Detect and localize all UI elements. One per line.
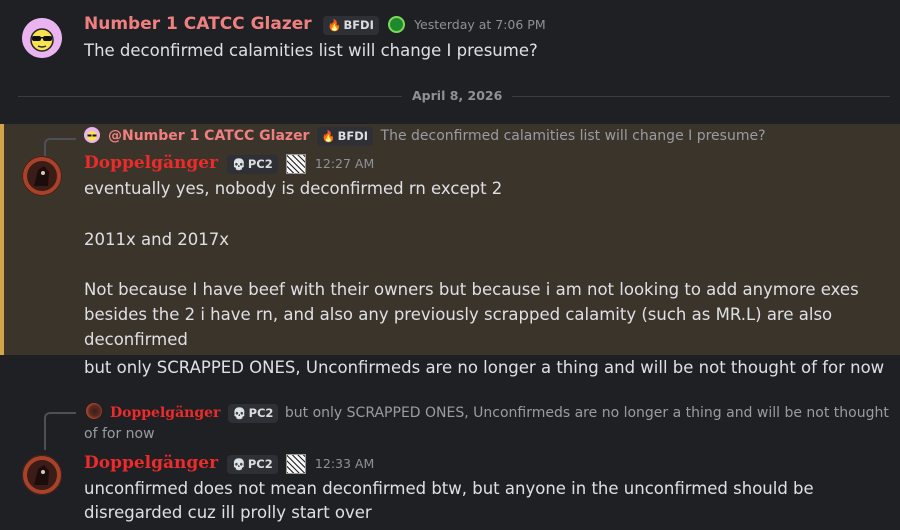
avatar-doppelganger[interactable] <box>22 455 62 495</box>
message-text-line: besides the 2 i have rn, and also any pr… <box>84 305 833 324</box>
creature-avatar-icon <box>22 156 62 196</box>
message-text-line: 2011x and 2017x <box>84 230 230 249</box>
role-tag-label: PC2 <box>248 406 274 420</box>
msg2-header: Doppelgänger 💀 PC2 12:27 AM <box>84 153 374 174</box>
role-tag[interactable]: 💀 PC2 <box>227 455 278 474</box>
reply-text-continued: of for now <box>84 426 155 442</box>
reply-avatar-doppelganger[interactable] <box>86 403 102 419</box>
reply-author[interactable]: @Number 1 CATCC Glazer <box>108 128 309 144</box>
message-text-line: deconfirmed <box>84 330 188 349</box>
role-tag-label: PC2 <box>247 157 273 171</box>
fire-icon: 🔥 <box>321 130 336 143</box>
message-text: The deconfirmed calamities list will cha… <box>84 41 538 60</box>
message-text-line: disregarded cuz ill prolly start over <box>84 503 372 522</box>
reply-preview[interactable]: Doppelgänger 💀 PC2 but only SCRAPPED ONES… <box>110 404 889 423</box>
role-tag[interactable]: 🔥 BFDI <box>316 127 374 146</box>
creature-avatar-icon <box>22 455 62 495</box>
avatar-doppelganger[interactable] <box>22 156 62 196</box>
reply-connector <box>44 138 76 156</box>
author-name-doppelganger[interactable]: Doppelgänger <box>84 453 218 473</box>
reply-text: The deconfirmed calamities list will cha… <box>380 128 766 144</box>
flower-avatar-icon <box>22 18 62 58</box>
message-text-line: eventually yes, nobody is deconfirmed rn… <box>84 179 503 198</box>
followup-message-text: but only SCRAPPED ONES, Unconfirmeds are… <box>84 358 885 377</box>
role-tag[interactable]: 🔥 BFDI <box>322 16 379 35</box>
author-name-doppelganger[interactable]: Doppelgänger <box>84 153 218 173</box>
timestamp[interactable]: 12:27 AM <box>315 156 374 171</box>
reply-preview[interactable]: @Number 1 CATCC Glazer 🔥 BFDI The deconfi… <box>108 127 766 146</box>
skull-icon: 💀 <box>232 158 246 171</box>
reply-text: but only SCRAPPED ONES, Unconfirmeds are… <box>284 405 889 421</box>
role-tag-label: PC2 <box>247 457 273 471</box>
role-tag[interactable]: 💀 PC2 <box>227 155 278 174</box>
green-circle-badge-icon[interactable] <box>387 16 405 33</box>
msg1-header: Number 1 CATCC Glazer 🔥 BFDI Yesterday at… <box>84 14 546 35</box>
reply-avatar-glazer[interactable] <box>84 127 100 143</box>
sketch-image-badge-icon[interactable] <box>285 453 306 474</box>
author-name-glazer[interactable]: Number 1 CATCC Glazer <box>84 14 312 34</box>
reply-author[interactable]: Doppelgänger <box>110 405 220 421</box>
date-divider-label: April 8, 2026 <box>402 88 513 103</box>
reply-connector <box>44 412 76 450</box>
role-tag-label: BFDI <box>343 18 374 32</box>
flower-avatar-icon <box>87 131 97 141</box>
skull-icon: 💀 <box>232 407 247 420</box>
message-text-line: Not because I have beef with their owner… <box>84 280 859 299</box>
timestamp[interactable]: 12:33 AM <box>315 456 374 471</box>
fire-icon: 🔥 <box>327 19 342 32</box>
msg3-header: Doppelgänger 💀 PC2 12:33 AM <box>84 453 374 474</box>
timestamp[interactable]: Yesterday at 7:06 PM <box>414 17 546 32</box>
role-tag[interactable]: 💀 PC2 <box>227 404 279 423</box>
skull-icon: 💀 <box>232 458 246 471</box>
sketch-image-badge-icon[interactable] <box>285 153 306 174</box>
role-tag-label: BFDI <box>337 129 369 143</box>
avatar-glazer[interactable] <box>22 18 62 58</box>
message-text-line: unconfirmed does not mean deconfirmed bt… <box>84 479 814 498</box>
